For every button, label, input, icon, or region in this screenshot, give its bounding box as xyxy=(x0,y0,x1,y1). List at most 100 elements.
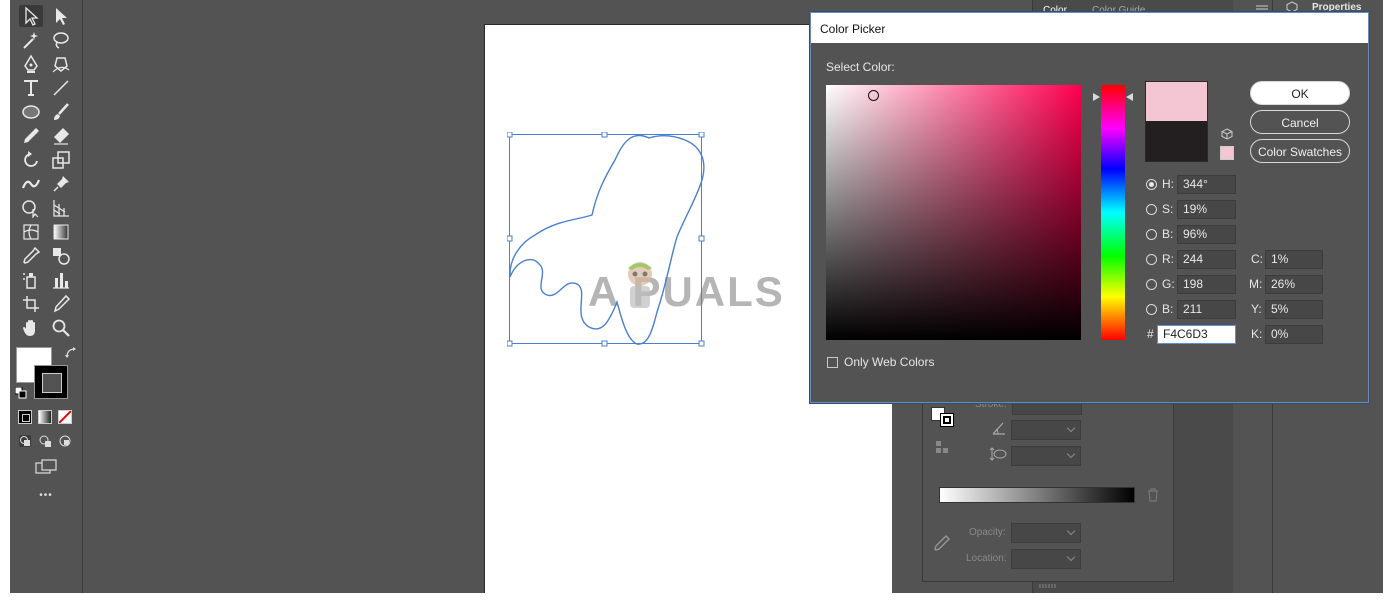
curvature-tool-icon[interactable] xyxy=(49,53,73,75)
app-window: ••• A PUALS Color Color Guide Properties… xyxy=(10,0,1383,593)
pen-tool-icon[interactable] xyxy=(19,53,43,75)
ellipse-tool-icon[interactable] xyxy=(19,101,43,123)
type-tool-icon[interactable] xyxy=(19,77,43,99)
ok-button[interactable]: OK xyxy=(1250,81,1350,105)
s-radio[interactable] xyxy=(1146,204,1157,215)
selection-tool-icon[interactable] xyxy=(19,5,43,27)
column-graph-tool-icon[interactable] xyxy=(49,269,73,291)
delete-stop-icon[interactable] xyxy=(1147,488,1159,502)
g-radio[interactable] xyxy=(1146,279,1157,290)
aspect-ratio-dropdown[interactable] xyxy=(1011,446,1081,466)
only-web-colors-checkbox[interactable] xyxy=(827,357,838,368)
color-swatches-button[interactable]: Color Swatches xyxy=(1250,139,1350,163)
pencil-tool-icon[interactable] xyxy=(19,125,43,147)
h-label: H: xyxy=(1162,177,1174,191)
location-label: Location: xyxy=(966,553,1007,564)
hue-slider-left-handle[interactable] xyxy=(1093,93,1100,101)
stroke-color-swatch[interactable] xyxy=(34,365,68,399)
properties-panel-icon[interactable] xyxy=(1286,0,1298,13)
draw-behind-icon[interactable] xyxy=(38,434,52,448)
selected-path-shape[interactable] xyxy=(507,132,707,348)
zoom-tool-icon[interactable] xyxy=(49,317,73,339)
blue-field[interactable] xyxy=(1177,300,1236,319)
c-field[interactable] xyxy=(1265,250,1323,269)
draw-inside-icon[interactable] xyxy=(58,434,72,448)
angle-dropdown[interactable] xyxy=(1011,420,1081,440)
scale-tool-icon[interactable] xyxy=(49,149,73,171)
shape-builder-tool-icon[interactable] xyxy=(19,197,43,219)
puppet-warp-tool-icon[interactable] xyxy=(49,173,73,195)
dialog-title: Color Picker xyxy=(820,22,886,36)
color-field[interactable] xyxy=(826,85,1081,340)
g-field[interactable] xyxy=(1177,275,1236,294)
b-label: B: xyxy=(1162,227,1174,241)
eyedropper-tool-icon[interactable] xyxy=(19,245,43,267)
magic-wand-tool-icon[interactable] xyxy=(19,29,43,51)
color-mode-icon[interactable] xyxy=(18,410,32,424)
paintbrush-tool-icon[interactable] xyxy=(49,101,73,123)
hand-tool-icon[interactable] xyxy=(19,317,43,339)
eraser-tool-icon[interactable] xyxy=(49,125,73,147)
original-color-swatch[interactable] xyxy=(1145,121,1208,162)
angle-icon xyxy=(991,420,1007,436)
k-field[interactable] xyxy=(1265,325,1323,344)
blend-tool-icon[interactable] xyxy=(49,245,73,267)
m-field[interactable] xyxy=(1265,275,1323,294)
r-field[interactable] xyxy=(1177,250,1236,269)
gradient-mode-icon[interactable] xyxy=(38,410,52,424)
hue-slider-right-handle[interactable] xyxy=(1126,93,1133,101)
y-field[interactable] xyxy=(1265,300,1323,319)
opacity-label: Opacity: xyxy=(969,527,1006,538)
gradient-eyedropper-icon[interactable] xyxy=(933,534,951,554)
dialog-title-bar[interactable]: Color Picker xyxy=(811,13,1368,43)
panel-resize-grip[interactable] xyxy=(1038,575,1058,588)
h-radio[interactable] xyxy=(1146,179,1157,190)
symbol-sprayer-tool-icon[interactable] xyxy=(19,269,43,291)
mesh-tool-icon[interactable] xyxy=(19,221,43,243)
web-safe-color-swatch[interactable] xyxy=(1220,146,1234,160)
new-color-swatch xyxy=(1145,81,1208,122)
s-field[interactable] xyxy=(1177,200,1236,219)
b-field[interactable] xyxy=(1177,225,1236,244)
location-dropdown[interactable] xyxy=(1011,549,1081,569)
width-tool-icon[interactable] xyxy=(19,173,43,195)
select-color-label: Select Color: xyxy=(826,60,895,74)
slice-tool-icon[interactable] xyxy=(49,293,73,315)
hue-slider[interactable] xyxy=(1101,85,1125,340)
gradient-stroke-swatch[interactable] xyxy=(940,413,954,427)
only-web-colors-label: Only Web Colors xyxy=(844,355,935,369)
draw-normal-icon[interactable] xyxy=(18,434,32,448)
default-fill-stroke-icon[interactable] xyxy=(14,386,27,399)
rotate-tool-icon[interactable] xyxy=(19,149,43,171)
out-of-gamut-cube-icon[interactable] xyxy=(1221,127,1233,140)
k-label: K: xyxy=(1251,327,1263,341)
h-field[interactable] xyxy=(1177,175,1236,194)
line-segment-tool-icon[interactable] xyxy=(49,77,73,99)
r-radio[interactable] xyxy=(1146,254,1157,265)
edit-toolbar-button[interactable]: ••• xyxy=(35,490,57,504)
r-label: R: xyxy=(1162,252,1174,266)
cancel-button[interactable]: Cancel xyxy=(1250,110,1350,134)
hex-field[interactable] xyxy=(1157,325,1236,344)
g-label: G: xyxy=(1162,277,1175,291)
screen-mode-icon[interactable] xyxy=(35,459,57,475)
color-picker-dialog: Color Picker Select Color: OK Cancel Col… xyxy=(810,12,1369,403)
blue-radio[interactable] xyxy=(1146,304,1157,315)
b-radio[interactable] xyxy=(1146,229,1157,240)
gradient-slider[interactable] xyxy=(939,487,1135,503)
gradient-tool-icon[interactable] xyxy=(49,221,73,243)
gradient-panel: Stroke: Opacity: Location: xyxy=(922,392,1174,588)
perspective-grid-tool-icon[interactable] xyxy=(49,197,73,219)
s-label: S: xyxy=(1162,202,1174,216)
hex-label: # xyxy=(1147,327,1154,341)
none-mode-icon[interactable] xyxy=(58,410,72,424)
direct-selection-tool-icon[interactable] xyxy=(49,5,73,27)
swap-fill-stroke-icon[interactable] xyxy=(65,346,77,358)
panel-menu-icon[interactable] xyxy=(1255,0,1269,10)
y-label: Y: xyxy=(1251,302,1262,316)
opacity-dropdown[interactable] xyxy=(1011,523,1081,543)
tools-panel: ••• xyxy=(10,0,83,593)
lasso-tool-icon[interactable] xyxy=(49,29,73,51)
artboard-tool-icon[interactable] xyxy=(19,293,43,315)
color-field-picker-ring[interactable] xyxy=(868,90,879,101)
